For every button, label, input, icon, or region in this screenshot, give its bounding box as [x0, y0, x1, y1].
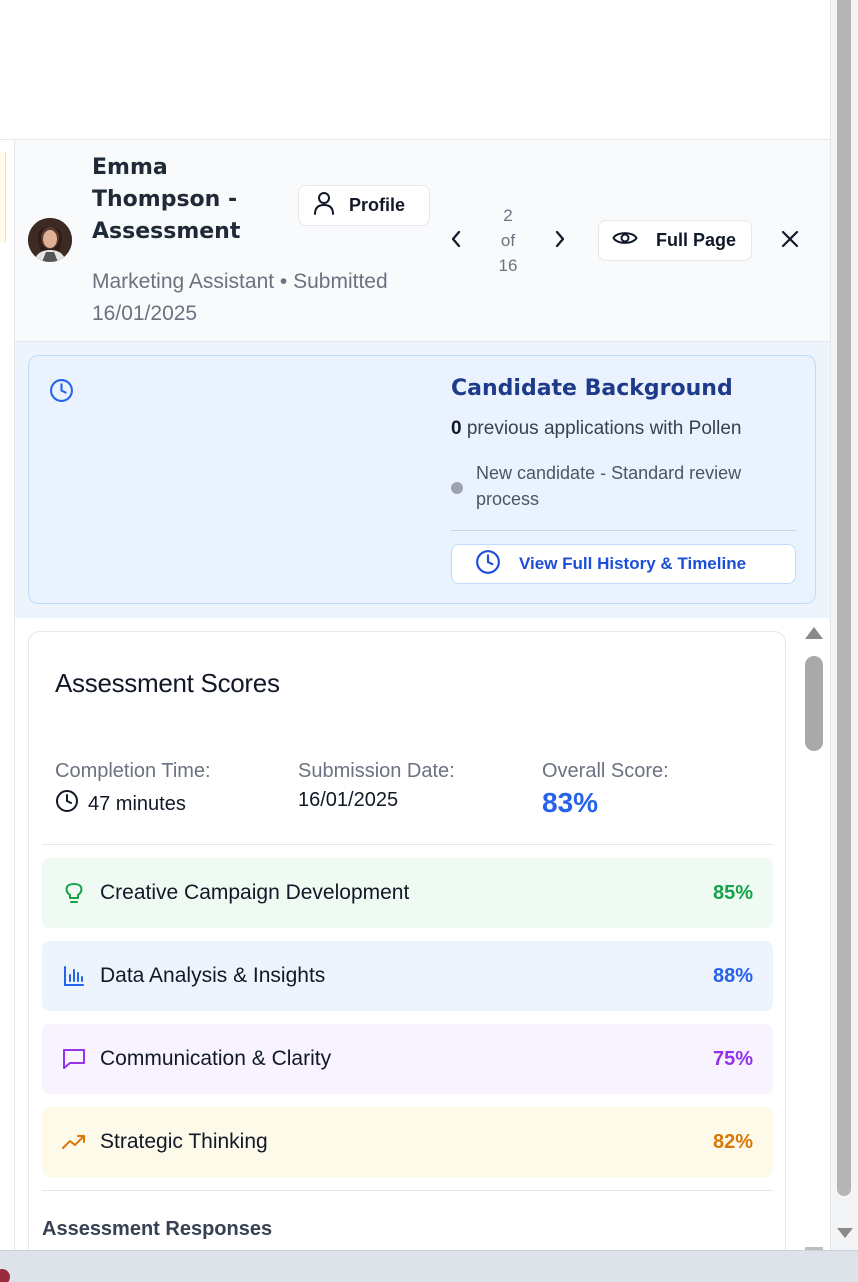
score-row-creative: Creative Campaign Development 85%	[42, 858, 773, 928]
completion-time-label: Completion Time:	[55, 760, 211, 782]
bullet-dot	[451, 482, 463, 494]
taskbar-app-icon[interactable]	[0, 1269, 10, 1282]
previous-applications-count: 0	[451, 418, 462, 439]
message-square-icon	[62, 1047, 86, 1071]
taskbar	[0, 1250, 858, 1282]
score-row-data-analysis: Data Analysis & Insights 88%	[42, 941, 773, 1011]
previous-candidate-button[interactable]	[445, 226, 467, 256]
eye-icon	[612, 229, 638, 252]
underlying-page-edge	[0, 140, 15, 1250]
score-percent: 82%	[712, 1130, 753, 1153]
full-page-label: Full Page	[656, 230, 737, 250]
background-section: Candidate Background 0 previous applicat…	[15, 342, 830, 618]
score-row-communication: Communication & Clarity 75%	[42, 1024, 773, 1094]
chevron-right-icon	[554, 230, 566, 253]
score-percent: 75%	[712, 1047, 753, 1070]
score-name: Strategic Thinking	[100, 1130, 268, 1153]
panel-scrollbar[interactable]	[802, 625, 826, 1250]
profile-button-label: Profile	[349, 195, 406, 215]
scroll-up-arrow[interactable]	[805, 627, 823, 639]
clock-icon	[475, 549, 501, 580]
background-divider	[451, 530, 796, 531]
window-scrollbar[interactable]	[830, 0, 858, 1250]
submission-date: Submission Date: 16/01/2025	[298, 760, 455, 812]
view-history-label: View Full History & Timeline	[519, 554, 747, 573]
pager-counter: 2 of 16	[493, 203, 523, 278]
scroll-thumb[interactable]	[805, 656, 823, 751]
background-note-text: New candidate - Standard review process	[476, 463, 742, 509]
bar-chart-icon	[62, 964, 86, 988]
underlying-highlight	[0, 152, 6, 242]
profile-button[interactable]: Profile	[298, 185, 430, 226]
submission-date-value: 16/01/2025	[298, 789, 399, 811]
score-row-strategic: Strategic Thinking 82%	[42, 1107, 773, 1177]
top-blank-area	[0, 0, 830, 140]
completion-time: Completion Time: 47 minutes	[55, 760, 211, 819]
window-scroll-thumb[interactable]	[837, 0, 851, 1196]
chevron-left-icon	[450, 230, 462, 253]
overall-score: Overall Score: 83%	[542, 760, 669, 819]
responses-divider	[42, 1190, 773, 1191]
score-percent: 85%	[712, 881, 753, 904]
background-note: New candidate - Standard review process	[451, 460, 795, 512]
user-icon	[313, 191, 335, 220]
pager-total: 16	[498, 256, 518, 275]
candidate-subtitle: Marketing Assistant • Submitted 16/01/20…	[92, 270, 388, 325]
clock-icon	[55, 789, 79, 819]
pager-of: of	[500, 231, 516, 250]
previous-applications: 0 previous applications with Pollen	[451, 418, 741, 440]
lightbulb-icon	[62, 881, 86, 905]
score-name: Creative Campaign Development	[100, 881, 410, 904]
submission-date-label: Submission Date:	[298, 760, 455, 782]
previous-applications-text: previous applications with Pollen	[466, 418, 742, 439]
panel-header: Emma Thompson - Assessment Marketing Ass…	[15, 140, 830, 342]
candidate-background-card: Candidate Background 0 previous applicat…	[28, 355, 816, 604]
score-percent: 88%	[712, 964, 753, 987]
trending-up-icon	[62, 1130, 86, 1154]
score-name: Communication & Clarity	[100, 1047, 332, 1070]
scores-divider	[42, 844, 773, 845]
completion-time-row: 47 minutes	[55, 789, 211, 819]
pager-current: 2	[503, 206, 513, 225]
view-history-button[interactable]: View Full History & Timeline	[451, 544, 796, 584]
completion-time-value: 47 minutes	[88, 792, 186, 815]
window-scroll-down-arrow[interactable]	[837, 1228, 853, 1238]
assessment-scores-card: Assessment Scores Completion Time: 47 mi…	[28, 631, 786, 1271]
score-name: Data Analysis & Insights	[100, 964, 326, 987]
responses-title: Assessment Responses	[42, 1218, 273, 1240]
overall-score-value: 83%	[542, 787, 599, 818]
full-page-button[interactable]: Full Page	[598, 220, 752, 261]
background-title: Candidate Background	[451, 376, 733, 401]
close-icon	[781, 230, 799, 253]
candidate-name: Emma Thompson - Assessment	[92, 155, 241, 244]
scores-title: Assessment Scores	[55, 668, 280, 698]
clock-icon	[49, 378, 74, 408]
next-candidate-button[interactable]	[549, 226, 571, 256]
avatar	[28, 218, 72, 262]
overall-score-label: Overall Score:	[542, 760, 669, 782]
close-button[interactable]	[777, 228, 803, 254]
